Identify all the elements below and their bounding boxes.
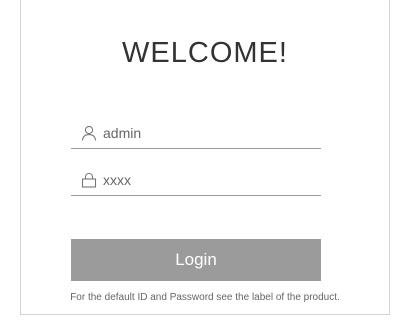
login-button[interactable]: Login bbox=[71, 239, 321, 281]
username-input[interactable] bbox=[103, 122, 303, 143]
lock-icon bbox=[81, 172, 97, 188]
user-icon bbox=[81, 125, 97, 141]
login-page: WELCOME! Login For the default ID and Pa… bbox=[0, 0, 417, 332]
password-input[interactable] bbox=[103, 169, 303, 190]
welcome-title: WELCOME! bbox=[122, 37, 288, 69]
default-credentials-hint: For the default ID and Password see the … bbox=[70, 292, 340, 303]
login-card: WELCOME! Login For the default ID and Pa… bbox=[20, 0, 390, 315]
username-field[interactable] bbox=[71, 117, 321, 149]
password-field[interactable] bbox=[71, 164, 321, 196]
